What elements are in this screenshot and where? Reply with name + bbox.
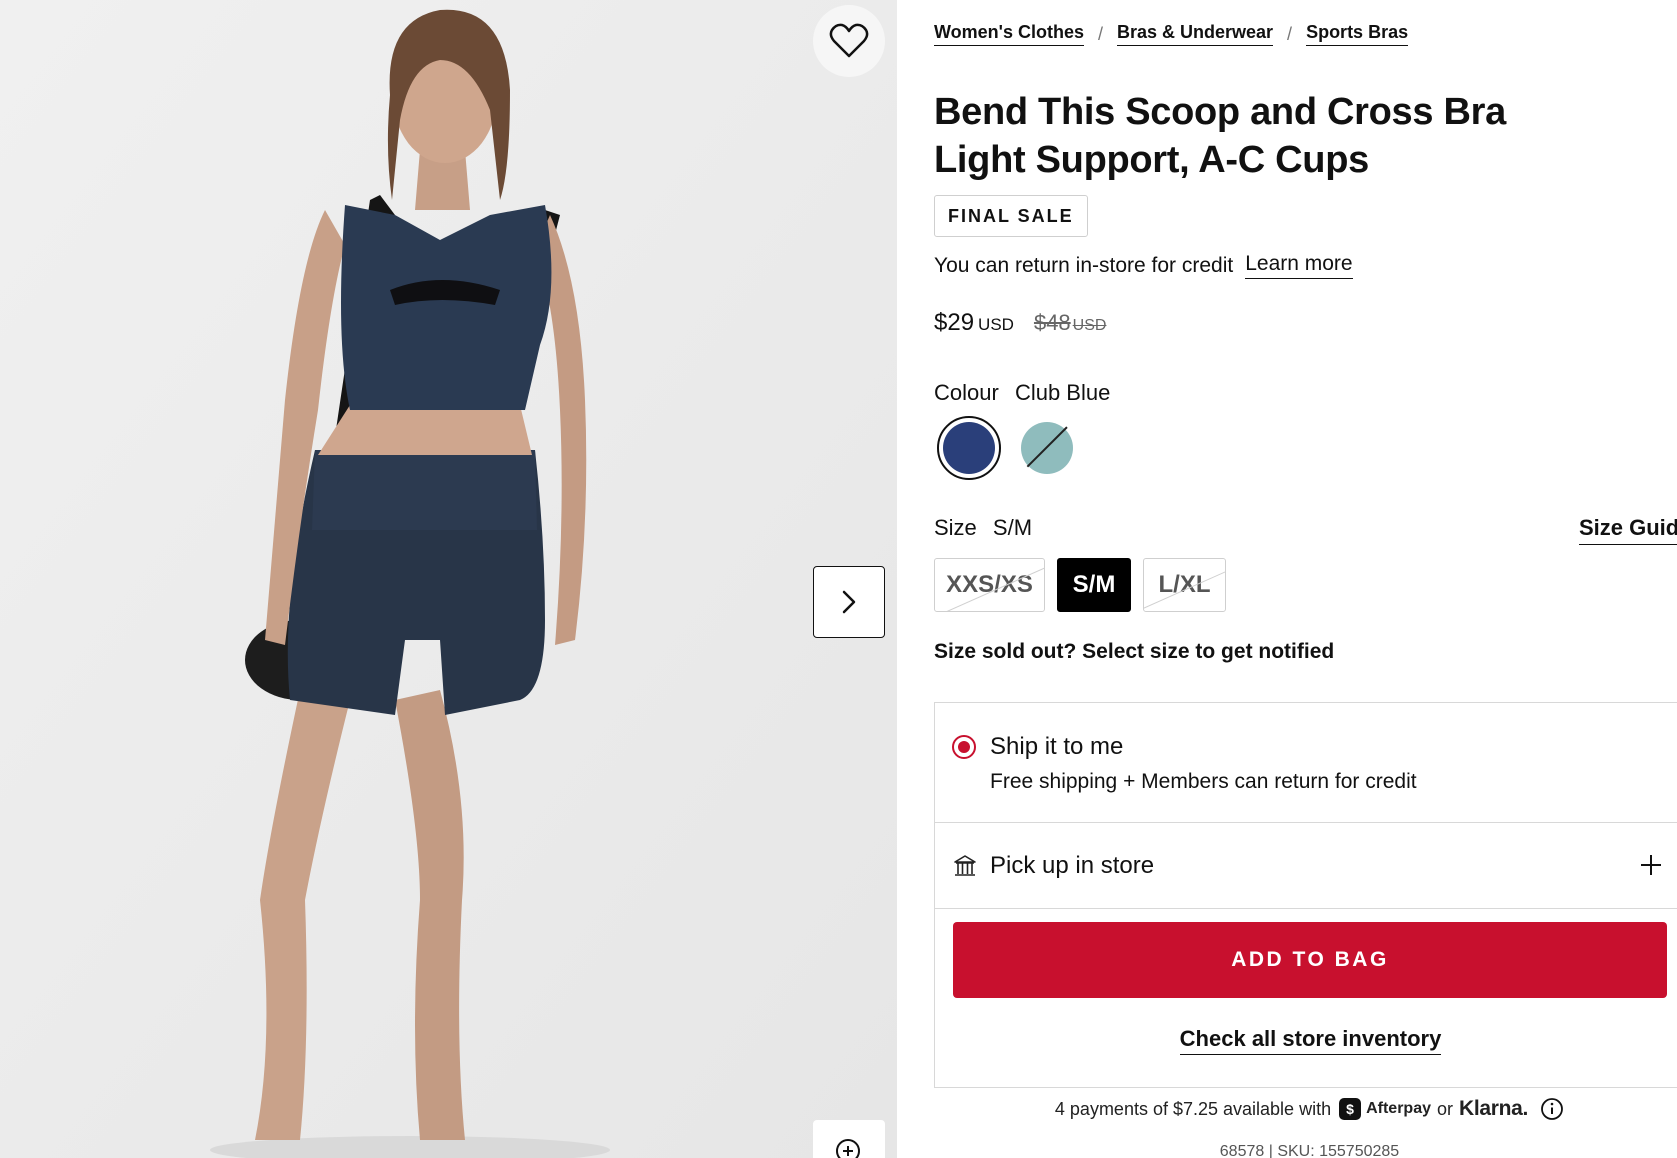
product-image-gallery xyxy=(0,0,897,1158)
product-title-line2: Light Support, A-C Cups xyxy=(934,139,1369,181)
product-photo xyxy=(0,0,897,1158)
add-to-bag-button[interactable]: ADD TO BAG xyxy=(953,922,1667,998)
afterpay-label: Afterpay xyxy=(1366,1100,1431,1117)
radio-dot xyxy=(958,741,970,753)
size-option-l-xl[interactable]: L/XL xyxy=(1143,558,1226,612)
check-inventory: Check all store inventory xyxy=(935,1026,1677,1055)
breadcrumb: Women's Clothes / Bras & Underwear / Spo… xyxy=(934,22,1409,46)
store-icon xyxy=(954,855,976,876)
final-sale-badge: FINAL SALE xyxy=(934,195,1088,237)
breadcrumb-link-bras-underwear[interactable]: Bras & Underwear xyxy=(1116,22,1274,46)
zoom-button[interactable] xyxy=(813,1120,885,1158)
ship-option-title: Ship it to me xyxy=(990,733,1124,760)
klarna-logo[interactable]: Klarna. xyxy=(1459,1097,1528,1121)
heart-icon xyxy=(829,23,869,58)
info-icon[interactable] xyxy=(1540,1097,1564,1121)
fulfillment-panel: Ship it to me Free shipping + Members ca… xyxy=(934,702,1677,1088)
size-guide-link[interactable]: Size Guide xyxy=(1579,515,1677,545)
pickup-in-store-option[interactable]: Pick up in store xyxy=(935,824,1677,909)
pickup-option-title: Pick up in store xyxy=(990,852,1155,879)
ship-radio-selected[interactable] xyxy=(952,735,976,759)
size-option-xxs-xs[interactable]: XXS/XS xyxy=(934,558,1045,612)
breadcrumb-link-sports-bras[interactable]: Sports Bras xyxy=(1306,22,1409,46)
size-option-label: XXS/XS xyxy=(946,571,1033,598)
colour-swatch-club-blue[interactable] xyxy=(937,416,1001,480)
swatch-fill xyxy=(1021,422,1073,474)
afterpay-logo[interactable]: $ Afterpay xyxy=(1339,1098,1431,1120)
learn-more-link[interactable]: Learn more xyxy=(1245,252,1353,279)
breadcrumb-separator: / xyxy=(1097,23,1103,44)
return-policy: You can return in-store for credit Learn… xyxy=(934,252,1353,279)
size-sold-out-prompt: Size sold out? Select size to get notifi… xyxy=(934,640,1335,663)
product-details: Women's Clothes / Bras & Underwear / Spo… xyxy=(934,0,1677,1158)
original-price-currency: USD xyxy=(1072,317,1107,334)
plus-icon[interactable] xyxy=(1639,853,1663,877)
product-title-line1: Bend This Scoop and Cross Bra xyxy=(934,91,1506,133)
payment-options: 4 payments of $7.25 available with $ Aft… xyxy=(934,1097,1677,1121)
sale-price: $29 xyxy=(934,309,975,336)
size-option-s-m[interactable]: S/M xyxy=(1057,558,1131,612)
product-title: Bend This Scoop and Cross Bra Light Supp… xyxy=(934,88,1554,184)
breadcrumb-link-womens-clothes[interactable]: Women's Clothes xyxy=(934,22,1084,46)
colour-label: Colour Club Blue xyxy=(934,380,1110,406)
colour-selected-value: Club Blue xyxy=(1014,380,1111,405)
return-policy-text: You can return in-store for credit xyxy=(934,253,1234,277)
size-option-label: L/XL xyxy=(1158,571,1211,598)
breadcrumb-separator: / xyxy=(1287,23,1293,44)
colour-label-text: Colour xyxy=(934,380,999,405)
size-option-label: S/M xyxy=(1072,571,1116,598)
next-image-button[interactable] xyxy=(813,566,885,638)
sku-line: 68578 | SKU: 155750285 xyxy=(1219,1143,1400,1158)
swatch-fill xyxy=(943,422,995,474)
payments-or: or xyxy=(1436,1098,1453,1119)
size-label: Size S/M xyxy=(934,515,1032,541)
original-price: $48 xyxy=(1033,310,1071,335)
ship-to-me-option[interactable]: Ship it to me Free shipping + Members ca… xyxy=(935,703,1677,823)
size-options: XXS/XS S/M L/XL xyxy=(934,558,1226,612)
afterpay-icon: $ xyxy=(1339,1098,1362,1120)
ship-option-subtitle: Free shipping + Members can return for c… xyxy=(990,770,1417,793)
price-block: $29 USD $48 USD xyxy=(934,309,1106,337)
wishlist-button[interactable] xyxy=(813,5,885,77)
size-selected-value: S/M xyxy=(992,515,1033,540)
check-inventory-link[interactable]: Check all store inventory xyxy=(1179,1026,1442,1055)
colour-swatches xyxy=(937,416,1079,480)
chevron-right-icon xyxy=(842,590,856,614)
sale-price-currency: USD xyxy=(978,315,1014,334)
colour-swatch-teal-unavailable[interactable] xyxy=(1015,416,1079,480)
zoom-in-icon xyxy=(836,1139,860,1158)
payments-text: 4 payments of $7.25 available with xyxy=(1054,1098,1332,1119)
size-label-text: Size xyxy=(934,515,977,540)
